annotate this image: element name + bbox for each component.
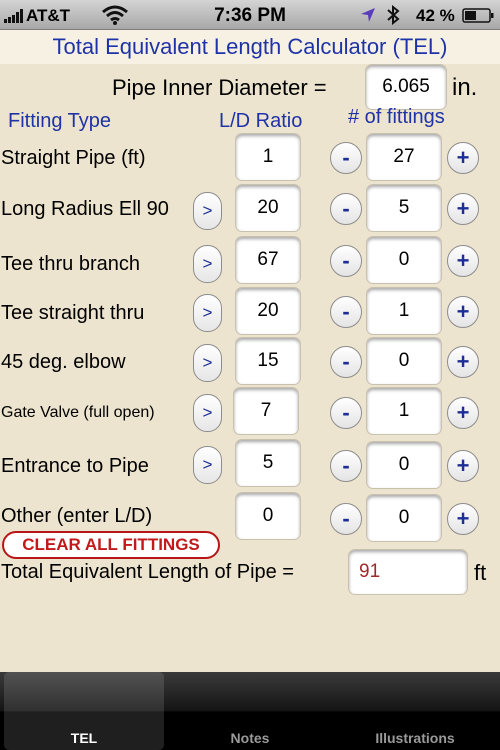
status-bar: AT&T 7:36 PM 42 % [0,0,500,30]
decrement-button-gate-valve[interactable]: - [330,397,362,429]
select-fitting-button-gate-valve[interactable]: > [193,394,222,432]
fitting-label-tee-straight-thru: Tee straight thru [1,302,145,324]
fitting-label-gate-valve: Gate Valve (full open) [1,404,155,421]
fitting-count-input-gate-valve[interactable]: 1 [366,387,442,435]
decrement-button-other[interactable]: - [330,503,362,535]
increment-button-other[interactable]: + [447,503,479,535]
pipe-diameter-unit: in. [452,74,478,101]
fitting-count-input-45-deg-elbow[interactable]: 0 [366,337,442,385]
page-title: Total Equivalent Length Calculator (TEL) [0,30,500,64]
fitting-label-other: Other (enter L/D) [1,505,153,527]
decrement-button-straight-pipe[interactable]: - [330,142,362,174]
location-arrow-icon [361,8,375,22]
fitting-count-input-straight-pipe[interactable]: 27 [366,133,442,181]
increment-button-tee-thru-branch[interactable]: + [447,245,479,277]
increment-button-45-deg-elbow[interactable]: + [447,346,479,378]
fitting-label-45-deg-elbow: 45 deg. elbow [1,351,126,373]
increment-button-gate-valve[interactable]: + [447,397,479,429]
tab-tel[interactable]: TEL [4,672,164,750]
fitting-count-input-other[interactable]: 0 [366,494,442,542]
select-fitting-button-tee-thru-branch[interactable]: > [193,245,222,283]
tab-illustrations[interactable]: Illustrations [335,672,495,750]
ld-ratio-input-other[interactable]: 0 [235,492,301,540]
select-fitting-button-long-radius-ell[interactable]: > [193,192,222,230]
fitting-label-tee-thru-branch: Tee thru branch [1,253,140,275]
select-fitting-button-entrance-to-pipe[interactable]: > [193,446,222,484]
battery-icon [462,8,494,23]
fitting-label-straight-pipe: Straight Pipe (ft) [1,147,146,169]
pipe-diameter-input[interactable]: 6.065 [365,64,447,110]
fitting-type-header: Fitting Type [8,110,112,132]
ld-ratio-header: L/D Ratio [219,110,303,132]
fitting-label-entrance-to-pipe: Entrance to Pipe [1,455,149,477]
select-fitting-button-tee-straight-thru[interactable]: > [193,294,222,332]
bluetooth-icon [387,5,400,25]
ld-ratio-input-tee-straight-thru[interactable]: 20 [235,287,301,335]
tab-notes[interactable]: Notes [170,672,330,750]
fittings-count-header: # of fittings [348,106,445,128]
decrement-button-tee-straight-thru[interactable]: - [330,296,362,328]
increment-button-tee-straight-thru[interactable]: + [447,296,479,328]
ld-ratio-input-straight-pipe[interactable]: 1 [235,133,301,181]
ld-ratio-input-tee-thru-branch[interactable]: 67 [235,236,301,284]
decrement-button-tee-thru-branch[interactable]: - [330,245,362,277]
increment-button-entrance-to-pipe[interactable]: + [447,450,479,482]
select-fitting-button-45-deg-elbow[interactable]: > [193,344,222,382]
decrement-button-entrance-to-pipe[interactable]: - [330,450,362,482]
ld-ratio-input-long-radius-ell[interactable]: 20 [235,184,301,232]
fitting-label-long-radius-ell: Long Radius Ell 90 [1,198,169,220]
pipe-diameter-label: Pipe Inner Diameter = [112,75,327,100]
fitting-count-input-long-radius-ell[interactable]: 5 [366,184,442,232]
battery-percent: 42 % [416,6,455,25]
total-length-unit: ft [474,560,487,585]
total-length-label: Total Equivalent Length of Pipe = [1,561,294,583]
clear-all-fittings-button[interactable]: CLEAR ALL FITTINGS [2,531,220,559]
increment-button-straight-pipe[interactable]: + [447,142,479,174]
ld-ratio-input-gate-valve[interactable]: 7 [233,387,299,435]
tab-bar: TEL Notes Illustrations [0,672,500,750]
tab-notes-label: Notes [230,730,270,746]
decrement-button-long-radius-ell[interactable]: - [330,193,362,225]
total-length-value: 91 [348,549,468,595]
ld-ratio-input-entrance-to-pipe[interactable]: 5 [235,439,301,487]
decrement-button-45-deg-elbow[interactable]: - [330,346,362,378]
tab-tel-label: TEL [70,730,98,746]
ld-ratio-input-45-deg-elbow[interactable]: 15 [235,337,301,385]
tab-illustrations-label: Illustrations [375,730,455,746]
fitting-count-input-entrance-to-pipe[interactable]: 0 [366,441,442,489]
fitting-count-input-tee-thru-branch[interactable]: 0 [366,236,442,284]
increment-button-long-radius-ell[interactable]: + [447,193,479,225]
fitting-count-input-tee-straight-thru[interactable]: 1 [366,287,442,335]
